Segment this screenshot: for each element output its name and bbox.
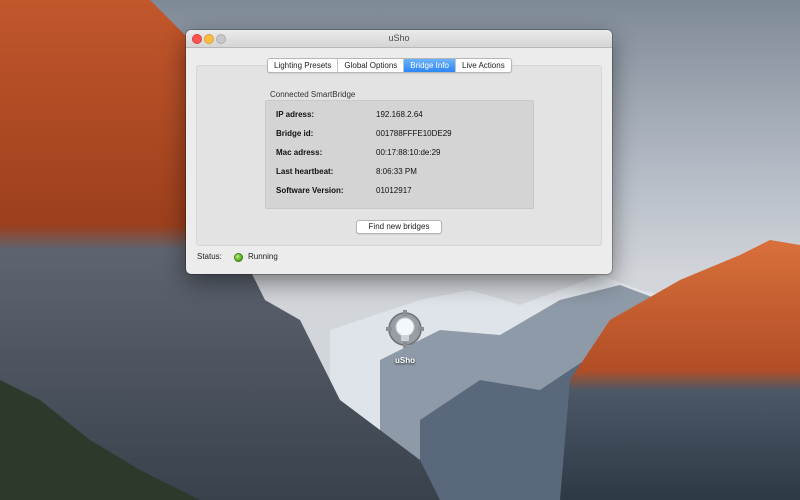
status-label: Status: [197, 252, 222, 261]
window-title: uSho [388, 33, 410, 43]
info-value: 01012917 [376, 186, 412, 195]
status-value: Running [248, 252, 278, 261]
info-value: 00:17:88:10:de:29 [376, 148, 441, 157]
info-key: Last heartbeat: [276, 167, 334, 176]
lightbulb-gear-icon [386, 310, 424, 348]
info-key: Software Version: [276, 186, 344, 195]
status-bar: Status: Running [197, 252, 397, 264]
info-value: 192.168.2.64 [376, 110, 423, 119]
tab-lighting-presets[interactable]: Lighting Presets [268, 59, 339, 72]
desktop-app-icon[interactable]: uSho [382, 308, 428, 365]
info-value: 8:06:33 PM [376, 167, 417, 176]
tab-global-options[interactable]: Global Options [338, 59, 405, 72]
bridge-info-box: IP adress: 192.168.2.64 Bridge id: 00178… [265, 100, 534, 209]
app-window: uSho Lighting Presets Global Options Bri… [186, 30, 612, 274]
bridge-group-label: Connected SmartBridge [270, 90, 356, 99]
tab-bridge-info[interactable]: Bridge Info [404, 59, 456, 72]
tab-bar: Lighting Presets Global Options Bridge I… [267, 58, 512, 73]
status-indicator-icon [234, 253, 243, 262]
info-key: Mac adress: [276, 148, 323, 157]
window-titlebar[interactable]: uSho [186, 30, 612, 48]
tab-live-actions[interactable]: Live Actions [456, 59, 511, 72]
info-key: Bridge id: [276, 129, 314, 138]
desktop-icon-label: uSho [395, 356, 415, 365]
info-key: IP adress: [276, 110, 315, 119]
find-new-bridges-button[interactable]: Find new bridges [356, 220, 442, 234]
info-value: 001788FFFE10DE29 [376, 129, 452, 138]
